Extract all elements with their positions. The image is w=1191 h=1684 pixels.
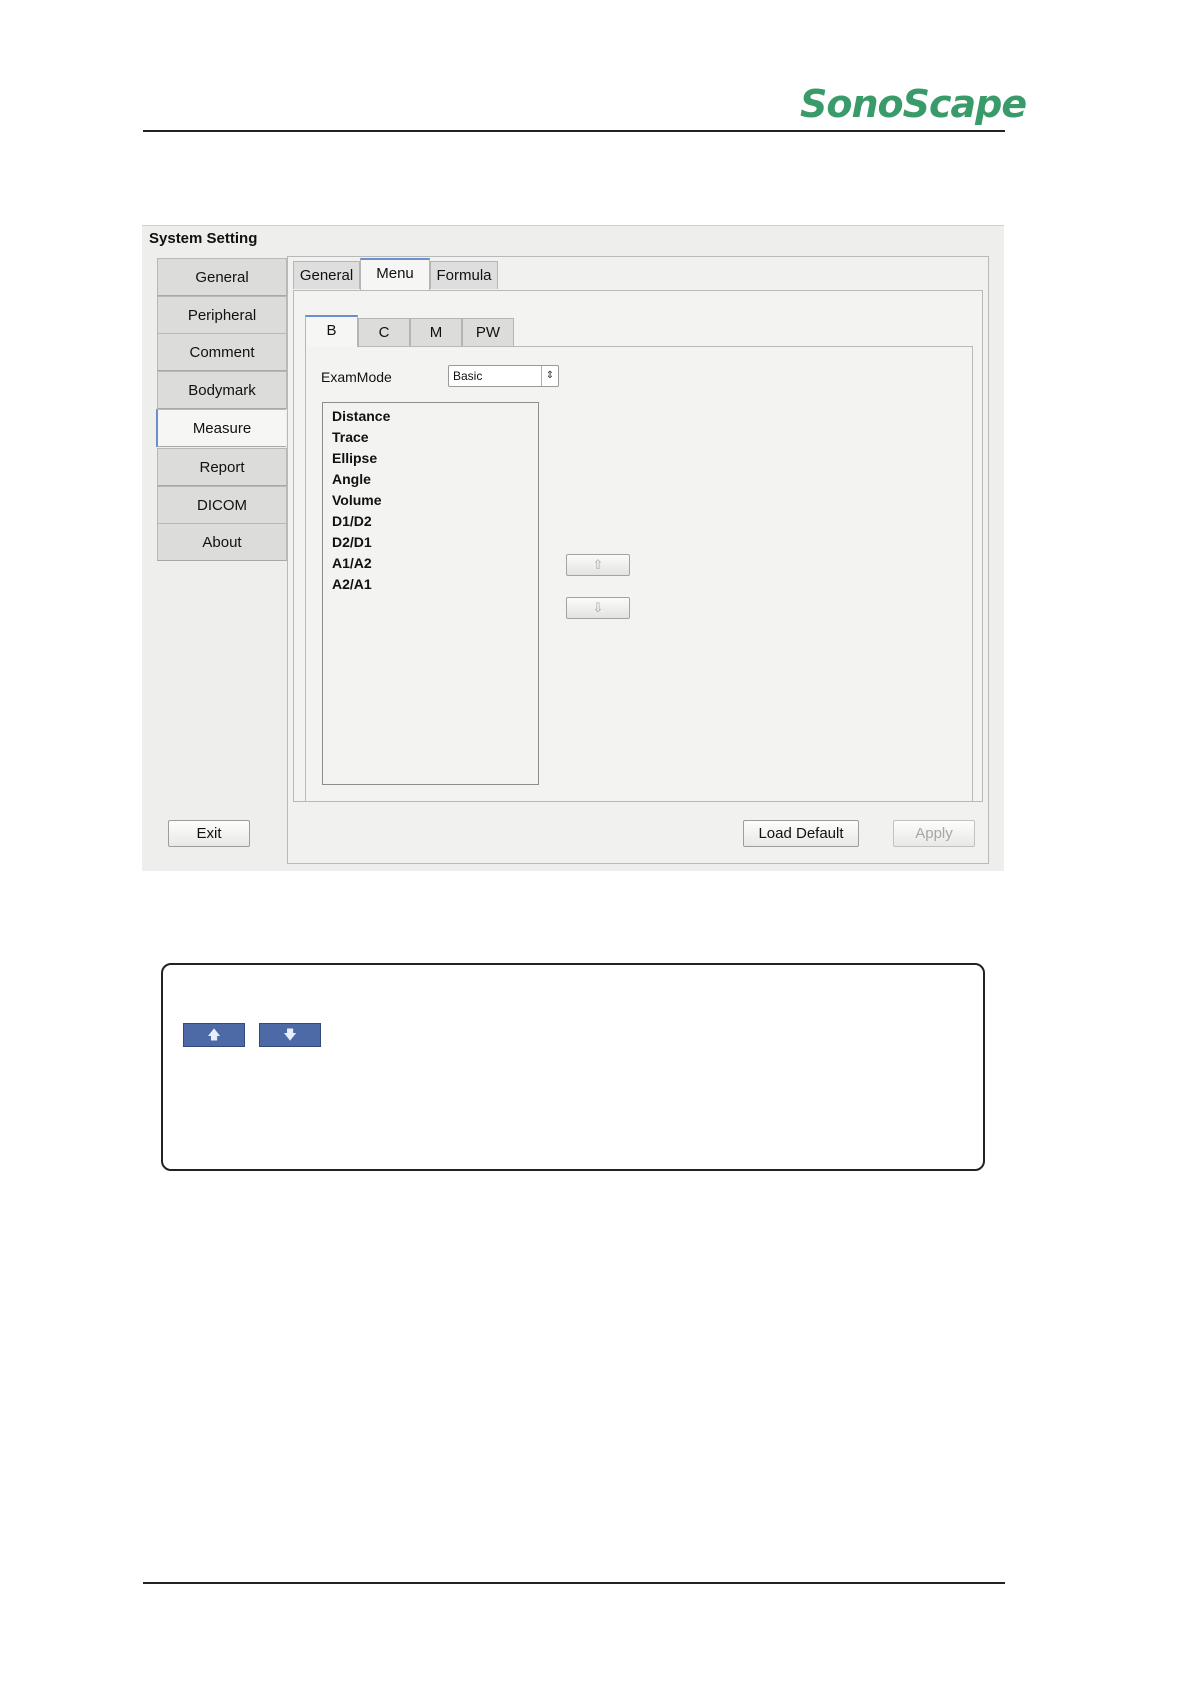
- sub-tab-pw[interactable]: PW: [462, 318, 514, 346]
- sub-tab-c[interactable]: C: [358, 318, 410, 346]
- sidebar-item-bodymark[interactable]: Bodymark: [157, 371, 287, 409]
- arrow-down-icon: ⇩: [592, 600, 604, 615]
- load-default-button[interactable]: Load Default: [743, 820, 859, 847]
- sidebar-item-general[interactable]: General: [157, 258, 287, 296]
- sidebar-item-about[interactable]: About: [157, 523, 287, 561]
- sidebar-item-measure[interactable]: Measure: [156, 409, 286, 447]
- window-title: System Setting: [149, 230, 258, 247]
- exit-button[interactable]: Exit: [168, 820, 250, 847]
- sidebar-item-report[interactable]: Report: [157, 448, 287, 486]
- move-down-button[interactable]: ⇩: [566, 597, 630, 619]
- sidebar-item-comment[interactable]: Comment: [157, 333, 287, 371]
- tab-general[interactable]: General: [293, 261, 360, 289]
- arrow-down-icon: 🡇: [283, 1027, 297, 1042]
- list-item[interactable]: Volume: [332, 490, 538, 511]
- sidebar-item-peripheral[interactable]: Peripheral: [157, 296, 287, 334]
- footer-rule: [143, 1582, 1005, 1584]
- note-box: 🡅 🡇: [161, 963, 985, 1171]
- sonoscape-logo: SonoScape: [800, 82, 1027, 126]
- move-up-button[interactable]: ⇧: [566, 554, 630, 576]
- exam-mode-value: Basic: [453, 369, 483, 383]
- list-item[interactable]: D1/D2: [332, 511, 538, 532]
- sidebar-item-dicom[interactable]: DICOM: [157, 486, 287, 524]
- list-item[interactable]: Ellipse: [332, 448, 538, 469]
- list-item[interactable]: Angle: [332, 469, 538, 490]
- system-setting-window: System Setting General Peripheral Commen…: [142, 225, 1004, 871]
- list-item[interactable]: Distance: [332, 406, 538, 427]
- list-item[interactable]: D2/D1: [332, 532, 538, 553]
- tab-menu[interactable]: Menu: [360, 258, 430, 290]
- list-item[interactable]: A2/A1: [332, 574, 538, 595]
- arrow-up-icon: ⇧: [592, 557, 604, 572]
- sub-tab-b[interactable]: B: [305, 315, 358, 347]
- list-item[interactable]: A1/A2: [332, 553, 538, 574]
- exam-mode-select[interactable]: Basic ⇕: [448, 365, 559, 387]
- arrow-up-icon: 🡅: [207, 1027, 221, 1042]
- header-rule: [143, 130, 1005, 132]
- exam-mode-label: ExamMode: [321, 369, 392, 385]
- sub-tab-m[interactable]: M: [410, 318, 462, 346]
- chevron-up-down-icon: ⇕: [541, 366, 558, 386]
- move-up-chip: 🡅: [183, 1023, 245, 1047]
- measure-item-list[interactable]: Distance Trace Ellipse Angle Volume D1/D…: [322, 402, 539, 785]
- list-item[interactable]: Trace: [332, 427, 538, 448]
- apply-button[interactable]: Apply: [893, 820, 975, 847]
- tab-formula[interactable]: Formula: [430, 261, 498, 289]
- move-down-chip: 🡇: [259, 1023, 321, 1047]
